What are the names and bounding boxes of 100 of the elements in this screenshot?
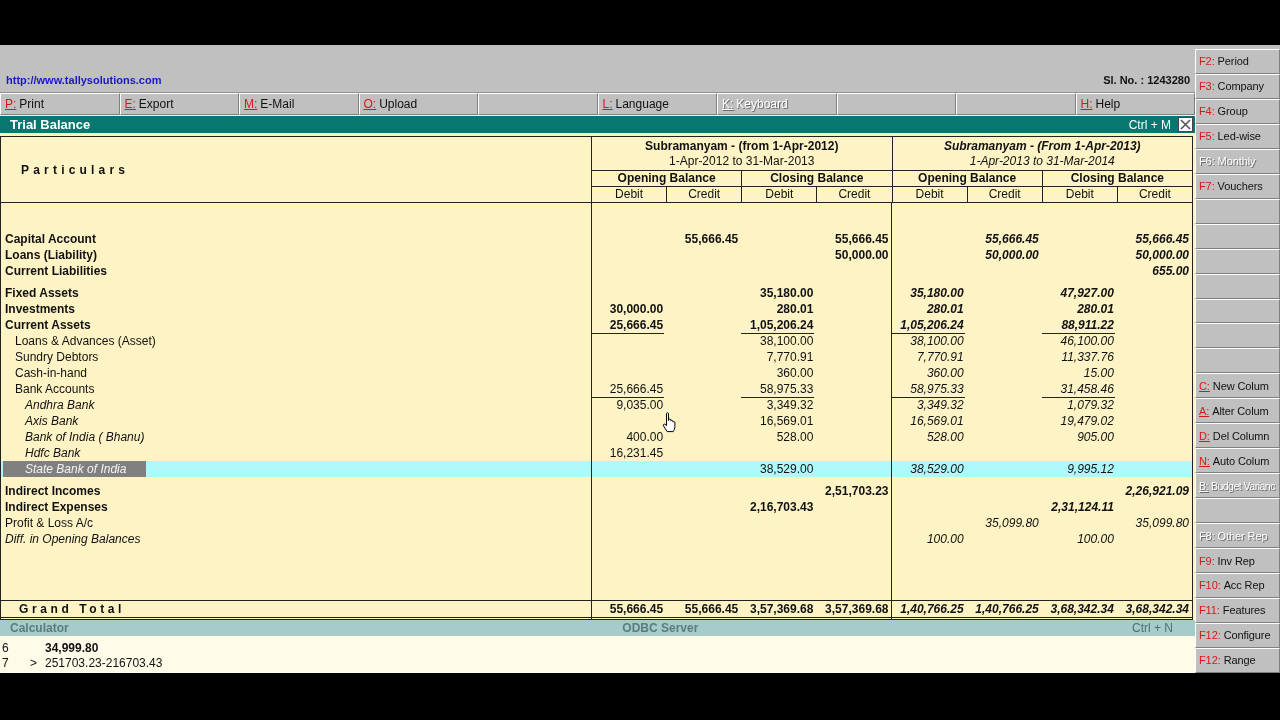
amount-cell-text: 38,100.00 [759,333,815,349]
account-name[interactable]: Indirect Incomes [5,483,101,499]
company-heading: Subramanyam - (From 1-Apr-2013) [943,138,1141,154]
amount-cell-text: 2,26,921.09 [1124,483,1190,499]
account-name[interactable]: Current Assets [5,317,91,333]
amount-cell-text: 38,100.00 [909,333,965,349]
side-panel-button[interactable]: F9: Inv Rep [1195,548,1280,573]
line-number: 7 [1,656,10,671]
amount-cell-text: 360.00 [775,365,815,381]
amount-cell-text: 15.00 [1082,365,1115,381]
total-cell-text: 55,666.45 [608,601,665,617]
side-panel-button[interactable]: A: Alter Colum [1195,398,1280,424]
amount-cell-text: 19,479.02 [1059,413,1115,429]
shortcut-label: Ctrl + M [1128,117,1171,132]
account-name[interactable]: Andhra Bank [25,397,95,413]
blank-button[interactable] [836,93,956,115]
amount-cell-text: 35,180.00 [759,285,815,301]
amount-cell-text: 35,180.00 [909,285,965,301]
side-panel-button[interactable]: D: Del Column [1195,423,1280,449]
blank-button[interactable] [478,93,598,115]
column-heading: Particulars [21,162,130,177]
blank-button[interactable] [1195,198,1280,224]
amount-cell-text: 35,099.80 [984,515,1040,531]
amount-cell-text: 55,666.45 [984,231,1040,247]
amount-cell-text: 55,666.45 [683,231,740,247]
amount-cell-text: 9,995.12 [1066,461,1115,477]
account-name[interactable]: Capital Account [5,231,96,247]
toolbar-button[interactable]: E: Export [119,93,239,115]
amount-cell: 31,458.46 [1041,381,1115,398]
close-button[interactable] [1178,117,1193,132]
side-panel-button[interactable]: F5: Led-wise [1195,123,1280,149]
column-heading: Credit [966,186,1042,202]
side-panel-button[interactable]: F7: Vouchers [1195,173,1280,199]
column-heading: Debit [591,186,667,202]
amount-cell-text: 16,569.01 [909,413,965,429]
amount-cell-text: 528.00 [775,429,815,445]
side-panel-button[interactable]: F12: Configure [1195,622,1280,648]
blank-button[interactable] [1195,248,1280,274]
side-panel-button[interactable]: F12: Range [1195,647,1280,673]
calculator-result: 34,999.80 [45,641,99,656]
grand-total-label: Grand Total [19,602,126,616]
website-link[interactable]: http://www.tallysolutions.com [6,74,162,86]
blank-button[interactable] [1195,498,1280,524]
amount-cell: 25,666.45 [591,381,665,398]
blank-button[interactable] [1195,348,1280,374]
amount-cell-text: 3,349.32 [915,397,965,413]
amount-cell-text: 528.00 [925,429,965,445]
side-panel-button[interactable]: F2: Period [1195,49,1280,74]
toolbar-button[interactable]: L: Language [597,93,717,115]
blank-button[interactable] [1195,223,1280,249]
total-cell-text: 55,666.45 [683,601,740,617]
amount-cell-text: 55,666.45 [834,231,890,247]
blank-button[interactable] [956,93,1076,115]
amount-cell-text: 38,529.00 [909,461,965,477]
side-panel-button[interactable]: F11: Features [1195,597,1280,623]
account-name[interactable]: Fixed Assets [5,285,79,301]
column-heading: Debit [1041,186,1117,202]
account-name[interactable]: Bank of India ( Bhanu) [25,429,145,445]
toolbar-button[interactable]: P: Print [0,93,120,115]
account-name[interactable]: State Bank of India [3,461,147,477]
account-name[interactable]: Loans & Advances (Asset) [15,333,156,349]
account-name[interactable]: Loans (Liability) [5,247,97,263]
toolbar-button[interactable]: H: Help [1075,93,1195,115]
amount-cell-text: 30,000.00 [608,301,665,317]
account-name[interactable]: Diff. in Opening Balances [5,531,141,547]
account-name[interactable]: Sundry Debtors [15,349,99,365]
amount-cell-text: 2,31,124.11 [1050,499,1115,515]
column-heading: Credit [816,186,892,202]
toolbar-button[interactable]: O: Upload [358,93,478,115]
side-panel-button[interactable]: N: Auto Colum [1195,448,1280,474]
account-name[interactable]: Hdfc Bank [25,445,81,461]
amount-cell-text: 50,000.00 [834,247,890,263]
account-name[interactable]: Profit & Loss A/c [5,515,94,531]
account-name[interactable]: Axis Bank [25,413,79,429]
account-name[interactable]: Indirect Expenses [5,499,108,515]
amount-cell: 58,975.33 [891,381,965,398]
amount-cell-text: 100.00 [1076,531,1115,547]
side-panel-button[interactable]: F10: Acc Rep [1195,573,1280,598]
company-heading: Subramanyam - (from 1-Apr-2012) [645,138,839,154]
side-panel-button[interactable]: C: New Colum [1195,373,1280,399]
total-cell-text: 3,57,369.68 [824,601,890,617]
account-name[interactable]: Current Liabilities [5,263,108,279]
blank-button[interactable] [1195,323,1280,349]
amount-cell-text: 360.00 [925,365,965,381]
side-panel-button[interactable]: F4: Group [1195,98,1280,124]
amount-cell: 1,05,206.24 [741,317,815,334]
blank-button[interactable] [1195,273,1280,299]
side-panel-button[interactable]: F3: Company [1195,73,1280,99]
total-cell-text: 1,40,766.25 [899,601,965,617]
amount-cell-text: 3,349.32 [765,397,815,413]
selected-row[interactable]: State Bank of India 38,529.00 38,529.00 9,995.12 [1,461,1192,477]
calculator-input[interactable]: 251703.23-216703.43 [45,656,163,671]
toolbar-button[interactable]: M: E-Mail [239,93,359,115]
amount-cell-text: 280.01 [925,301,965,317]
account-name[interactable]: Investments [5,301,76,317]
account-name[interactable]: Bank Accounts [15,381,95,397]
period-label: 1-Apr-2012 to 31-Mar-2013 [669,153,815,169]
column-heading: Credit [1116,186,1192,202]
account-name[interactable]: Cash-in-hand [15,365,88,381]
blank-button[interactable] [1195,298,1280,324]
